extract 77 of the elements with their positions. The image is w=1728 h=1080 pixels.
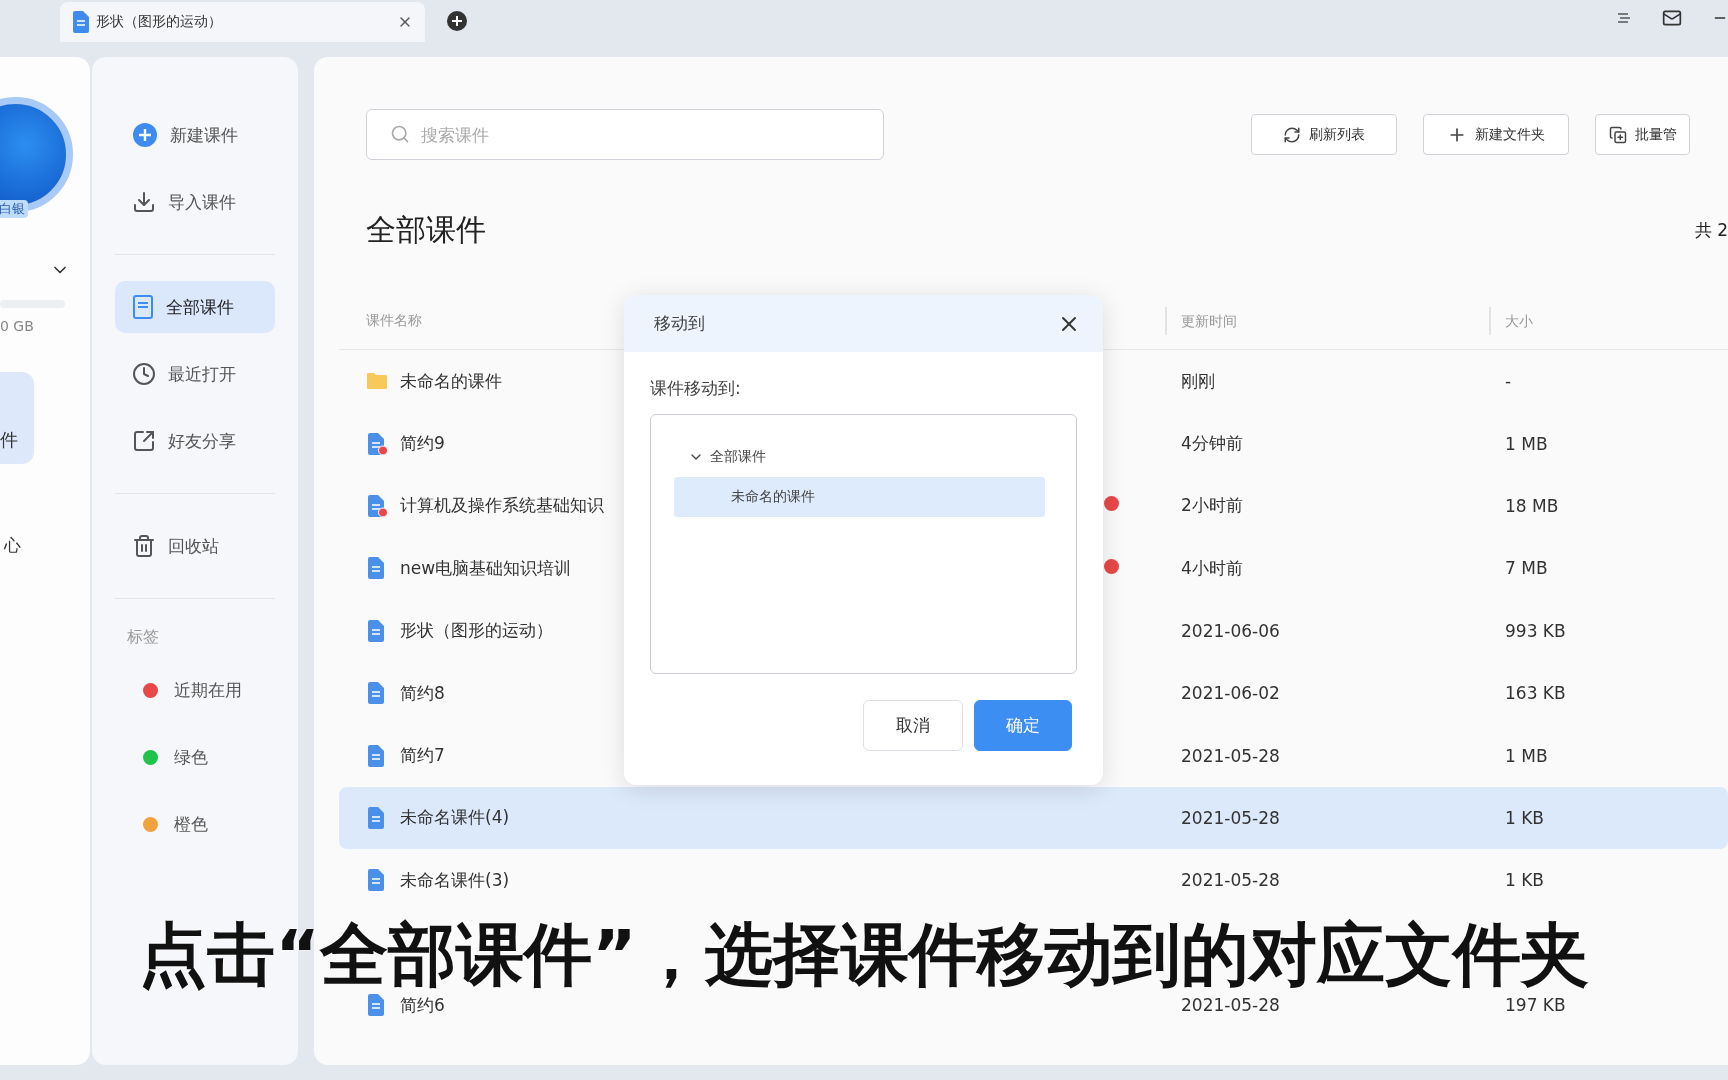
- nav-item[interactable]: 新建课件: [115, 109, 275, 161]
- nav-item[interactable]: 全部课件: [115, 281, 275, 333]
- updated-time: 2021-05-28: [1181, 870, 1280, 891]
- nav-item[interactable]: 导入课件: [115, 176, 275, 228]
- file-size: 1 MB: [1505, 745, 1548, 766]
- file-name[interactable]: 未命名课件(4): [400, 806, 510, 830]
- selected-row[interactable]: 未命名课件(4) 2021-05-28 1 KB: [339, 786, 1728, 850]
- tile-label: 件: [0, 428, 18, 452]
- menu-icon[interactable]: [1616, 11, 1632, 25]
- trash-icon: [132, 534, 156, 558]
- toolbar-button[interactable]: 刷新列表: [1251, 114, 1397, 155]
- column-header: 课件名称: [366, 312, 422, 330]
- subtitle-caption: 点击“全部课件”，选择课件移动到的对应文件夹: [139, 916, 1589, 994]
- updated-time: 刚刚: [1181, 369, 1215, 393]
- updated-time: 2小时前: [1181, 494, 1243, 518]
- file-size: -: [1505, 371, 1512, 392]
- nav-item[interactable]: 好友分享: [115, 415, 275, 467]
- level-badge: 白银: [0, 200, 28, 218]
- file-size: 1 KB: [1505, 807, 1545, 828]
- file-name[interactable]: 未命名的课件: [400, 369, 502, 393]
- dialog-label: 课件移动到:: [650, 377, 742, 400]
- file-size: 993 KB: [1505, 620, 1566, 641]
- share-icon: [132, 429, 156, 453]
- file-size: 1 MB: [1505, 433, 1548, 454]
- updated-time: 2021-05-28: [1181, 995, 1280, 1016]
- document-icon: [132, 295, 154, 319]
- copy-icon: [1608, 125, 1627, 144]
- tag-item[interactable]: 近期在用: [115, 664, 275, 716]
- updated-time: 2021-06-06: [1181, 620, 1280, 641]
- file-size: 1 KB: [1505, 870, 1545, 891]
- file-name[interactable]: 计算机及操作系统基础知识: [400, 494, 604, 518]
- tag-item[interactable]: 橙色: [115, 798, 275, 850]
- item-count: 共 2: [1694, 218, 1728, 242]
- folder-icon: [366, 372, 388, 391]
- refresh-icon: [1283, 125, 1301, 144]
- file-size: 197 KB: [1505, 995, 1566, 1016]
- dialog-title: 移动到: [654, 312, 705, 335]
- tree-item[interactable]: 全部课件: [678, 437, 1045, 477]
- file-name[interactable]: 简约8: [400, 681, 445, 705]
- browser-tab[interactable]: 形状（图形的运动）: [60, 2, 425, 42]
- updated-time: 4小时前: [1181, 556, 1243, 580]
- clock-icon: [132, 362, 156, 386]
- file-size: 163 KB: [1505, 683, 1566, 704]
- tab-title: 形状（图形的运动）: [96, 13, 223, 31]
- updated-time: 4分钟前: [1181, 432, 1243, 456]
- document-icon: [72, 11, 90, 33]
- nav-item[interactable]: 最近打开: [115, 348, 275, 400]
- toolbar-button[interactable]: 批量管: [1595, 114, 1690, 155]
- file-size: 18 MB: [1505, 495, 1559, 516]
- file-name[interactable]: new电脑基础知识培训: [400, 556, 572, 580]
- toolbar-button[interactable]: 新建文件夹: [1423, 114, 1569, 155]
- storage-text: 0 GB: [0, 318, 35, 334]
- tags-heading: 标签: [127, 627, 160, 648]
- file-name[interactable]: 简约9: [400, 432, 445, 456]
- updated-time: 2021-05-28: [1181, 745, 1280, 766]
- updated-time: 2021-05-28: [1181, 807, 1280, 828]
- column-header: 大小: [1489, 307, 1533, 335]
- cancel-button[interactable]: 取消: [863, 700, 963, 751]
- search-field[interactable]: 搜索课件: [366, 109, 884, 160]
- page-title: 全部课件: [366, 210, 486, 249]
- download-icon: [132, 190, 156, 214]
- side-link[interactable]: 心: [4, 534, 90, 557]
- add-icon: [132, 122, 158, 148]
- file-name[interactable]: 未命名课件(3): [400, 868, 510, 892]
- updated-time: 2021-06-02: [1181, 683, 1280, 704]
- file-name[interactable]: 简约7: [400, 744, 445, 768]
- tag-item[interactable]: 绿色: [115, 731, 275, 783]
- file-size: 7 MB: [1505, 558, 1548, 579]
- nav-item[interactable]: 回收站: [115, 520, 275, 572]
- file-name[interactable]: 简约6: [400, 993, 445, 1017]
- side-tile[interactable]: 件: [0, 372, 34, 464]
- file-name[interactable]: 形状（图形的运动）: [400, 619, 553, 643]
- column-header: 更新时间: [1165, 307, 1237, 335]
- new-tab-icon[interactable]: [446, 10, 468, 32]
- mail-icon[interactable]: [1662, 8, 1682, 28]
- search-icon: [390, 124, 410, 144]
- tree-item[interactable]: 未命名的课件: [674, 477, 1045, 517]
